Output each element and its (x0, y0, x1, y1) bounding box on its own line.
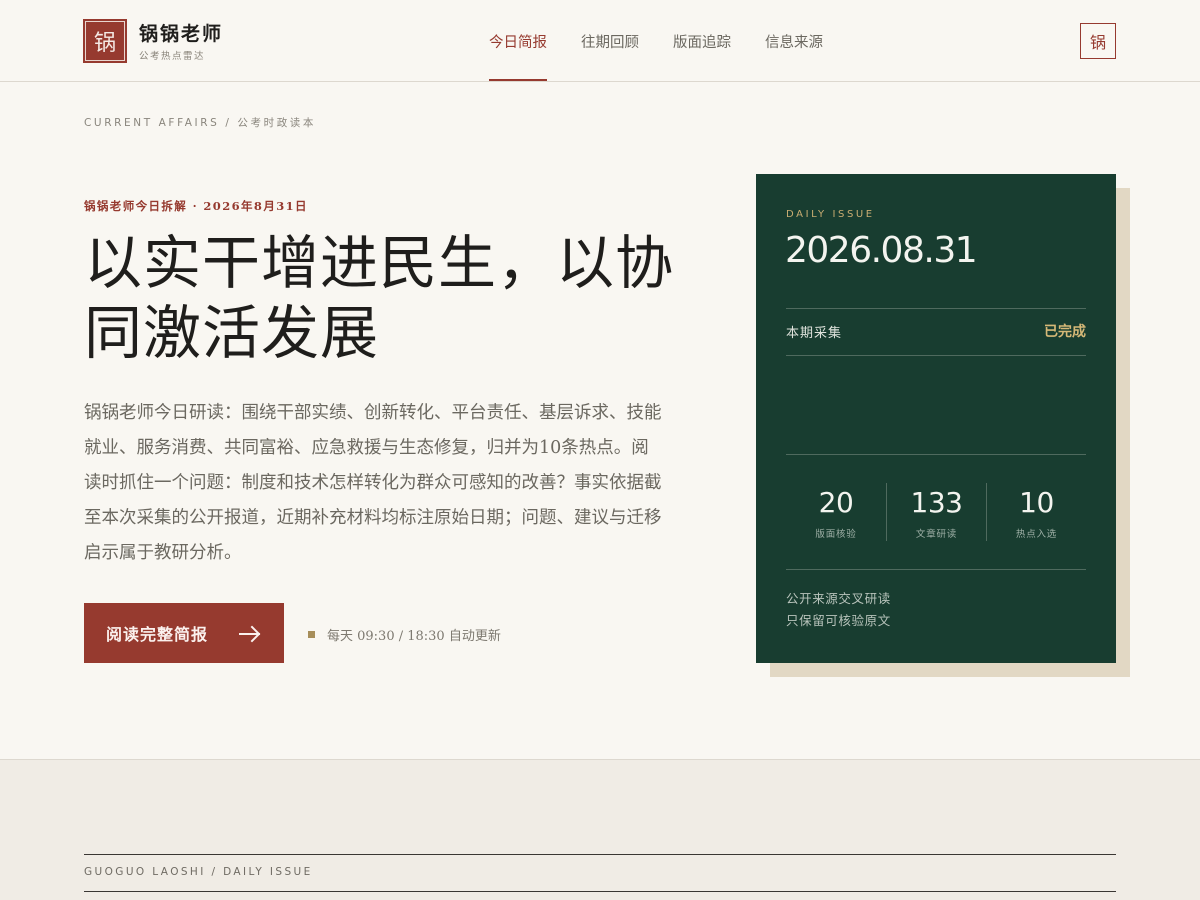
nav-item-today[interactable]: 今日简报 (489, 0, 547, 82)
stat-label: 文章研读 (915, 529, 958, 540)
issue-date: 2026.08.31 (785, 230, 978, 271)
site-header: 锅 锅锅老师 公考热点雷达 今日简报 往期回顾 版面追踪 信息来源 锅 (0, 0, 1200, 82)
collection-status-value: 已完成 (1044, 324, 1086, 340)
card-label: DAILY ISSUE (786, 209, 875, 220)
breadcrumb: CURRENT AFFAIRS / 公考时政读本 (84, 117, 316, 129)
issue-index-section (0, 759, 1200, 900)
divider (84, 854, 1116, 855)
divider (786, 308, 1086, 309)
nav-item-archive[interactable]: 往期回顾 (581, 0, 639, 82)
card-note: 公开来源交叉研读 只保留可核验原文 (786, 588, 891, 632)
nav-item-sources[interactable]: 信息来源 (765, 0, 823, 82)
divider (84, 891, 1116, 892)
stat-articles-read: 133 文章研读 (886, 483, 986, 541)
update-schedule: 每天 09:30 / 18:30 自动更新 (327, 629, 501, 644)
update-marker-icon (308, 631, 315, 638)
arrow-right-icon (238, 622, 262, 646)
logo-mark[interactable]: 锅 (83, 19, 127, 63)
section-label: GUOGUO LAOSHI / DAILY ISSUE (84, 866, 313, 878)
issue-eyebrow: 锅锅老师今日拆解 · 2026年8月31日 (84, 199, 308, 213)
nav-item-tracking[interactable]: 版面追踪 (673, 0, 731, 82)
intro-paragraph: 锅锅老师今日研读：围绕干部实绩、创新转化、平台责任、基层诉求、技能就业、服务消费… (84, 403, 662, 563)
stat-value: 133 (910, 486, 963, 519)
card-note-line: 公开来源交叉研读 (786, 591, 891, 606)
issue-stats: 20 版面核验 133 文章研读 10 热点入选 (786, 483, 1086, 541)
stat-label: 版面核验 (815, 529, 857, 540)
stat-value: 10 (1019, 486, 1054, 519)
stat-label: 热点入选 (1015, 529, 1058, 540)
stat-pages-verified: 20 版面核验 (786, 483, 886, 541)
divider (786, 355, 1086, 356)
card-note-line: 只保留可核验原文 (786, 613, 891, 628)
page-title: 以实干增进民生，以协同激活发展 (84, 229, 675, 367)
read-full-brief-label: 阅读完整简报 (106, 625, 209, 644)
daily-issue-card: DAILY ISSUE 2026.08.31 本期采集 已完成 20 版面核验 … (756, 174, 1116, 663)
brand-name[interactable]: 锅锅老师 (139, 19, 223, 46)
collection-status-label: 本期采集 (786, 326, 843, 341)
divider (786, 569, 1086, 570)
stat-hotspots-selected: 10 热点入选 (986, 483, 1086, 541)
user-avatar[interactable]: 锅 (1080, 23, 1116, 59)
stat-value: 20 (818, 486, 854, 519)
main-nav: 今日简报 往期回顾 版面追踪 信息来源 (489, 0, 857, 82)
divider (786, 454, 1086, 455)
brand-tagline: 公考热点雷达 (139, 51, 206, 62)
